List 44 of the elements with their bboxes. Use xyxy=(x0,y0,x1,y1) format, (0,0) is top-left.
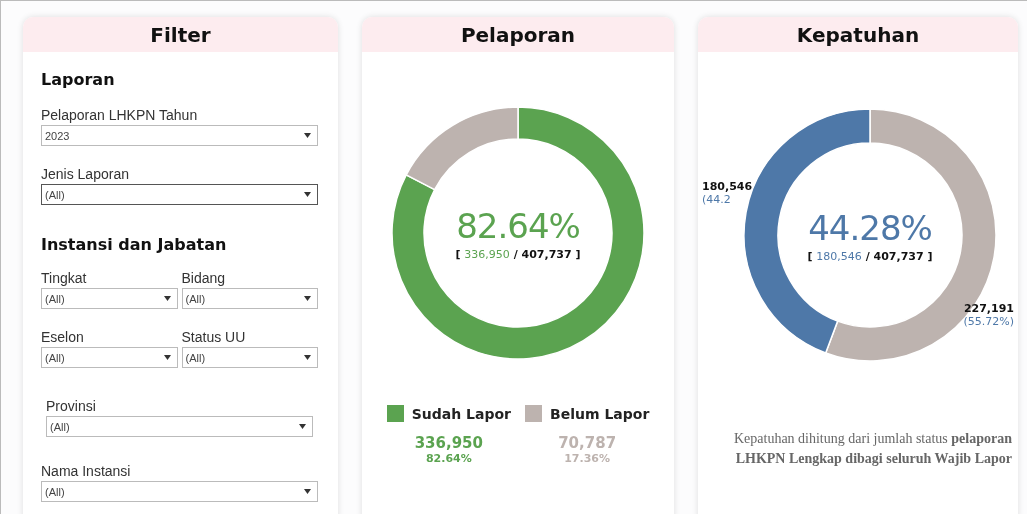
panel-title: Filter xyxy=(23,17,338,52)
count-ratio: [ 180,546 / 407,737 ] xyxy=(807,249,933,263)
dropdown[interactable]: (All) xyxy=(181,288,318,309)
note-text: Kepatuhan dihitung dari jumlah status pelaporan LHKPN Lengkap dibagi seluruh Wajib Lapor xyxy=(732,430,1013,469)
field-label: Bidang xyxy=(181,270,227,286)
dropdown[interactable]: (All) xyxy=(41,481,318,502)
field-label: Provinsi xyxy=(46,398,97,414)
caret-icon xyxy=(304,296,311,301)
dropdown[interactable]: (All) xyxy=(181,347,318,368)
legend-percent: 82.64% xyxy=(425,452,472,465)
field-label: Nama Instansi xyxy=(41,463,132,479)
caret-icon xyxy=(304,133,311,138)
dropdown[interactable]: (All) xyxy=(41,288,178,309)
slice-count: 227,191 xyxy=(963,302,1014,315)
caret-icon xyxy=(163,296,171,301)
dropdown[interactable]: (All) xyxy=(41,184,318,205)
caret-icon xyxy=(299,424,306,429)
slice-percent: (44.2 xyxy=(702,193,731,206)
slice-percent: (55.72%) xyxy=(963,315,1014,328)
dropdown[interactable]: (All) xyxy=(41,347,178,368)
panel-title: Pelaporan xyxy=(362,17,674,52)
dropdown[interactable]: 2023 xyxy=(41,125,318,146)
caret-icon xyxy=(304,192,311,197)
section-heading: Instansi dan Jabatan xyxy=(41,235,228,254)
legend-label: Belum Lapor xyxy=(550,405,650,422)
slice-count: 180,546 xyxy=(702,180,753,193)
legend-count: 336,950 xyxy=(414,434,483,452)
caret-icon xyxy=(304,489,311,494)
field-label: Jenis Laporan xyxy=(41,166,130,182)
legend-count: 70,787 xyxy=(558,434,617,452)
dropdown[interactable]: (All) xyxy=(46,416,313,437)
panel-title: Kepatuhan xyxy=(698,17,1018,52)
field-label: Status UU xyxy=(181,329,247,345)
legend-percent: 17.36% xyxy=(564,452,611,465)
percentage-value: 44.28% xyxy=(808,207,932,248)
field-label: Pelaporan LHKPN Tahun xyxy=(41,107,199,123)
legend-label: Sudah Lapor xyxy=(411,405,511,422)
count-ratio: [ 336,950 / 407,737 ] xyxy=(455,247,581,261)
field-label: Tingkat xyxy=(41,270,88,286)
caret-icon xyxy=(304,355,311,360)
field-label: Eselon xyxy=(41,329,85,345)
caret-icon xyxy=(163,355,171,360)
percentage-value: 82.64% xyxy=(456,205,580,246)
section-heading: Laporan xyxy=(41,70,116,89)
